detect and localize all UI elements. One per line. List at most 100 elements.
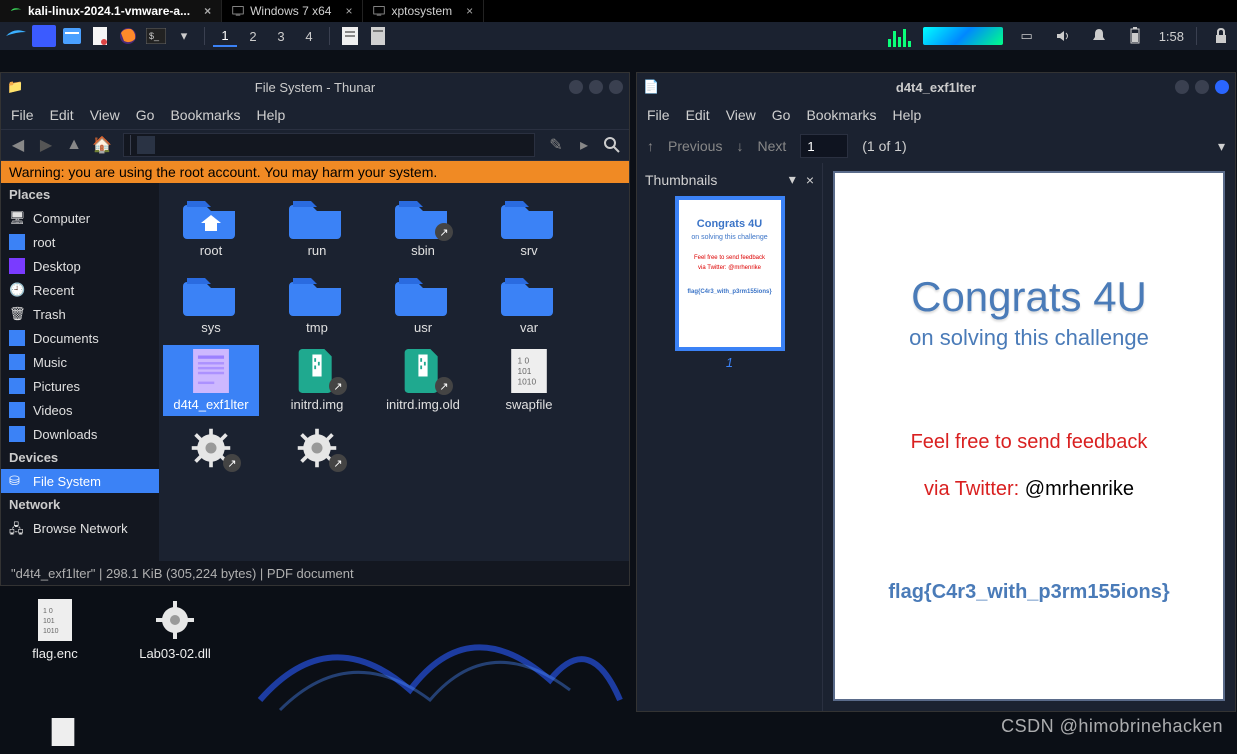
file-item[interactable]: srv [481,191,577,262]
pdf-titlebar[interactable]: 📄 d4t4_exf1lter [637,73,1235,101]
sidebar-root[interactable]: root [1,230,159,254]
file-item[interactable]: run [269,191,365,262]
thunar-titlebar[interactable]: 📁 File System - Thunar [1,73,629,101]
editor-icon[interactable] [88,25,112,47]
page-count: (1 of 1) [862,138,906,154]
firefox-icon[interactable] [116,25,140,47]
edit-path-button[interactable]: ✎ [545,134,567,156]
sidebar-computer[interactable]: 🖥Computer [1,206,159,230]
task-thunar-icon[interactable] [338,25,362,47]
previous-button[interactable]: Previous [668,138,722,154]
folder-icon [9,378,25,394]
close-thumbnails-icon[interactable]: × [806,172,814,188]
menu-help[interactable]: Help [257,107,286,123]
desktop-icon-partial[interactable] [18,710,108,754]
clock[interactable]: 1:58 [1159,29,1184,44]
arrow-down-icon[interactable]: ↓ [736,138,743,154]
forward-button[interactable]: ▶ [35,134,57,156]
menu-go[interactable]: Go [136,107,155,123]
terminal-icon[interactable]: $_ [144,25,168,47]
maximize-button[interactable] [589,80,603,94]
sidebar-music[interactable]: Music [1,350,159,374]
close-icon[interactable]: × [345,4,352,18]
workspace-3[interactable]: 3 [269,25,293,47]
arrow-up-icon[interactable]: ↑ [647,138,654,154]
sidebar-recent[interactable]: 🕘Recent [1,278,159,302]
chevron-down-icon[interactable]: ▾ [1218,138,1225,155]
close-icon[interactable]: × [204,4,211,18]
menu-edit[interactable]: Edit [50,107,74,123]
doc-feedback: Feel free to send feedback [911,431,1148,454]
desktop-icon-flag-enc[interactable]: 1 01011010 flag.enc [10,598,100,661]
menu-file[interactable]: File [647,107,670,123]
menu-bookmarks[interactable]: Bookmarks [170,107,240,123]
file-item[interactable]: ↗initrd.img [269,345,365,416]
vm-tab-kali[interactable]: kali-linux-2024.1-vmware-a... × [0,0,222,22]
menu-edit[interactable]: Edit [686,107,710,123]
sidebar-desktop[interactable]: Desktop [1,254,159,278]
up-button[interactable]: ▲ [63,134,85,156]
minimize-button[interactable] [569,80,583,94]
menu-bookmarks[interactable]: Bookmarks [806,107,876,123]
lock-icon[interactable] [1209,25,1233,47]
close-button[interactable] [1215,80,1229,94]
display-icon[interactable]: ▭ [1015,25,1039,47]
file-item[interactable]: ↗sbin [375,191,471,262]
battery-icon[interactable] [1123,25,1147,47]
close-icon[interactable]: × [466,4,473,18]
sidebar-filesystem[interactable]: ⛁File System [1,469,159,493]
path-bar[interactable] [123,133,535,157]
page-number-input[interactable] [800,134,848,158]
sidebar-documents[interactable]: Documents [1,326,159,350]
files-icon[interactable] [60,25,84,47]
sidebar-videos[interactable]: Videos [1,398,159,422]
sidebar-trash[interactable]: 🗑Trash [1,302,159,326]
close-button[interactable] [609,80,623,94]
volume-icon[interactable] [1051,25,1075,47]
file-item[interactable]: ↗initrd.img.old [375,345,471,416]
vm-tab-win7[interactable]: Windows 7 x64 × [222,0,363,22]
task-pdf-icon[interactable] [366,25,390,47]
icon-view[interactable]: rootrun↗sbinsrv systmpusrvar d4t4_exf1lter… [159,183,629,561]
vm-tab-xpto[interactable]: xptosystem × [363,0,484,22]
menu-view[interactable]: View [90,107,120,123]
app-icon[interactable] [32,25,56,47]
home-button[interactable]: 🏠 [91,134,113,156]
maximize-button[interactable] [1195,80,1209,94]
kali-menu-icon[interactable] [4,25,28,47]
file-item[interactable]: usr [375,268,471,339]
path-next-button[interactable]: ▸ [573,134,595,156]
sidebar-pictures[interactable]: Pictures [1,374,159,398]
file-item[interactable]: ↗ [163,422,259,474]
notification-icon[interactable] [1087,25,1111,47]
sidebar-browse-network[interactable]: 🖧Browse Network [1,516,159,540]
minimize-button[interactable] [1175,80,1189,94]
file-item[interactable]: sys [163,268,259,339]
chevron-down-icon[interactable]: ▾ [172,25,196,47]
workspace-1[interactable]: 1 [213,25,237,47]
file-item[interactable]: ↗ [269,422,365,474]
thumbnail-preview: Congrats 4U on solving this challenge Fe… [685,206,775,341]
file-item[interactable]: var [481,268,577,339]
monitor-icon [373,5,385,17]
file-item[interactable]: 1 01011010swapfile [481,345,577,416]
search-button[interactable] [601,134,623,156]
menu-go[interactable]: Go [772,107,791,123]
desktop-icon-lab03-dll[interactable]: Lab03-02.dll [130,598,220,661]
menu-view[interactable]: View [726,107,756,123]
wallpaper-art [250,580,630,720]
page-view[interactable]: Congrats 4U on solving this challenge Fe… [823,163,1235,711]
file-item[interactable]: tmp [269,268,365,339]
chevron-down-icon[interactable]: ▾ [789,171,796,188]
workspace-2[interactable]: 2 [241,25,265,47]
workspace-4[interactable]: 4 [297,25,321,47]
path-root-icon[interactable] [137,136,155,154]
sidebar-downloads[interactable]: Downloads [1,422,159,446]
menu-file[interactable]: File [11,107,34,123]
thumbnail-1[interactable]: Congrats 4U on solving this challenge Fe… [675,196,785,351]
file-item[interactable]: d4t4_exf1lter [163,345,259,416]
menu-help[interactable]: Help [893,107,922,123]
back-button[interactable]: ◀ [7,134,29,156]
file-item[interactable]: root [163,191,259,262]
next-button[interactable]: Next [757,138,786,154]
